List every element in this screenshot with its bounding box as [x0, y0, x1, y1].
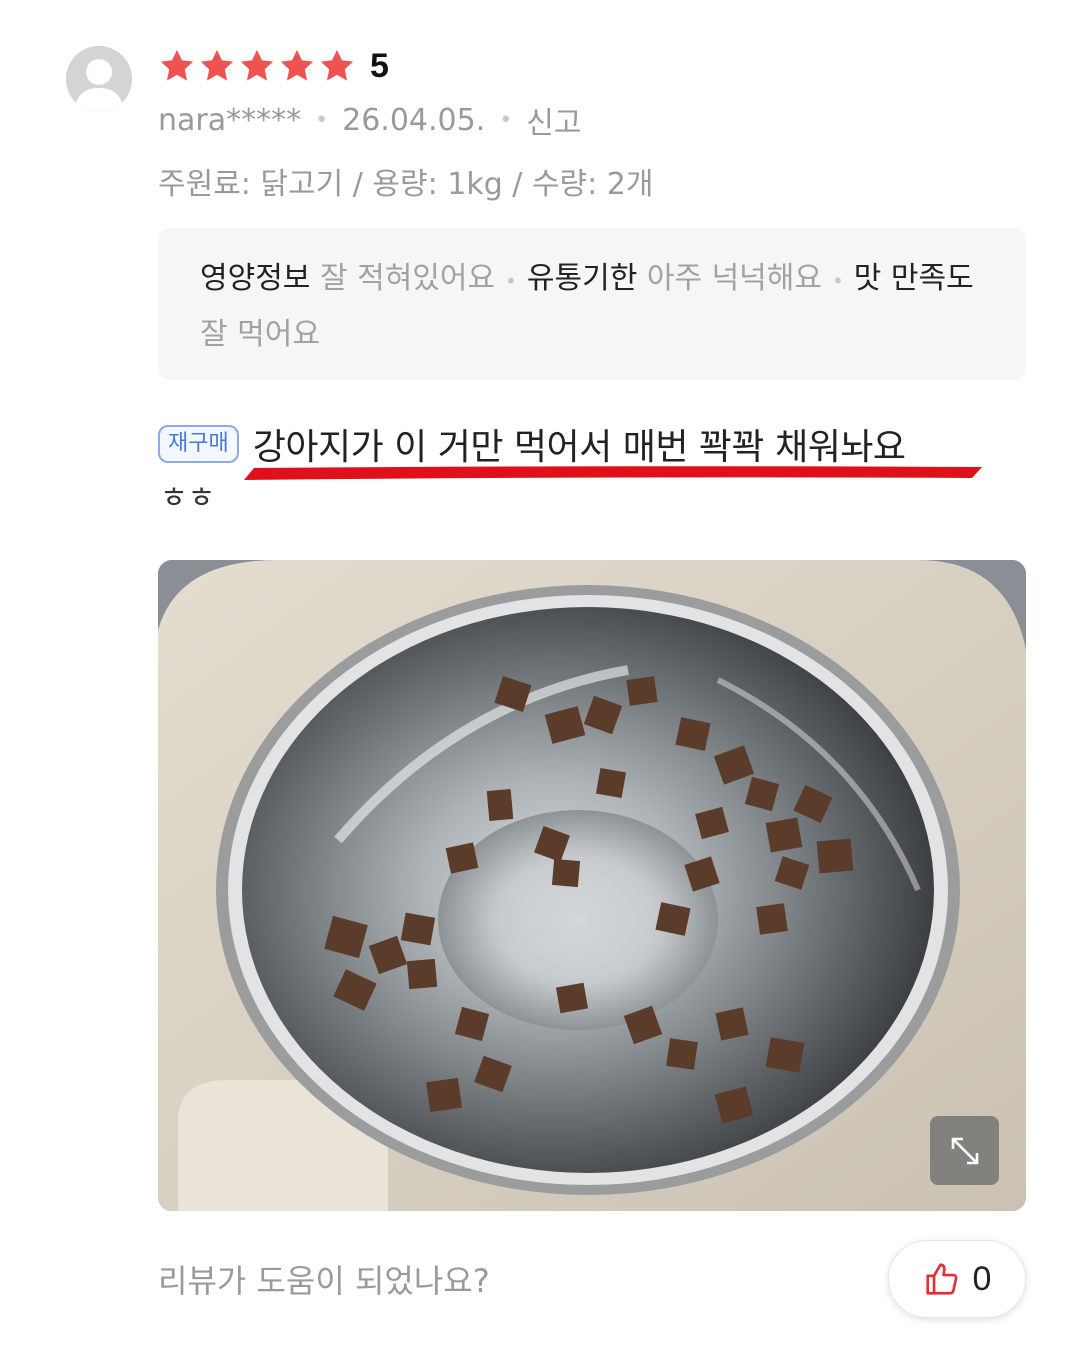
meta-separator: • — [499, 107, 513, 133]
expand-photo-button[interactable] — [930, 1116, 999, 1185]
summary-separator: • — [831, 269, 844, 293]
meta-separator: • — [315, 107, 329, 133]
helpful-question: 리뷰가 도움이 되었나요? — [158, 1262, 490, 1300]
helpful-like-button[interactable]: 0 — [888, 1240, 1026, 1318]
star-icon — [320, 49, 354, 81]
food-bowl-photo — [158, 560, 1026, 1211]
summary-key: 맛 만족도 — [853, 261, 974, 296]
summary-key: 영양정보 — [200, 261, 311, 296]
report-link[interactable]: 신고 — [526, 98, 581, 142]
review-headline: 재구매 강아지가 이 거만 먹어서 매번 꽉꽉 채워놔요 — [158, 418, 906, 470]
thumbs-up-icon — [925, 1263, 957, 1295]
star-icon — [160, 49, 194, 81]
summary-value: 잘 먹어요 — [200, 317, 320, 352]
reviewer-username: nara***** — [158, 102, 302, 138]
purchase-options: 주원료: 닭고기 / 용량: 1kg / 수량: 2개 — [158, 167, 654, 202]
highlight-underline — [244, 466, 982, 480]
review-date: 26.04.05. — [342, 102, 486, 138]
like-count: 0 — [972, 1259, 992, 1298]
reviewer-avatar — [66, 46, 132, 112]
expand-diagonal-icon — [951, 1137, 978, 1164]
summary-separator: • — [505, 269, 517, 293]
rating-row: 5 — [158, 42, 389, 90]
rating-score: 5 — [370, 46, 389, 85]
star-rating — [158, 47, 356, 85]
summary-value: 잘 적혀있어요 — [319, 261, 496, 296]
review-meta: nara***** • 26.04.05. • 신고 — [158, 98, 581, 142]
star-icon — [280, 49, 314, 81]
repurchase-badge: 재구매 — [158, 425, 239, 463]
star-icon — [240, 49, 274, 81]
summary-key: 유통기한 — [526, 261, 638, 296]
review-headline-text: 강아지가 이 거만 먹어서 매번 꽉꽉 채워놔요 — [252, 427, 906, 468]
default-user-avatar-icon — [66, 46, 132, 112]
summary-value: 아주 넉넉해요 — [646, 261, 822, 296]
review-photo[interactable] — [158, 560, 1026, 1211]
review-body: ㅎㅎ — [160, 481, 216, 516]
star-icon — [200, 49, 234, 81]
review-summary-box: 영양정보 잘 적혀있어요 • 유통기한 아주 넉넉해요 • 맛 만족도 잘 먹어요 — [158, 228, 1026, 380]
